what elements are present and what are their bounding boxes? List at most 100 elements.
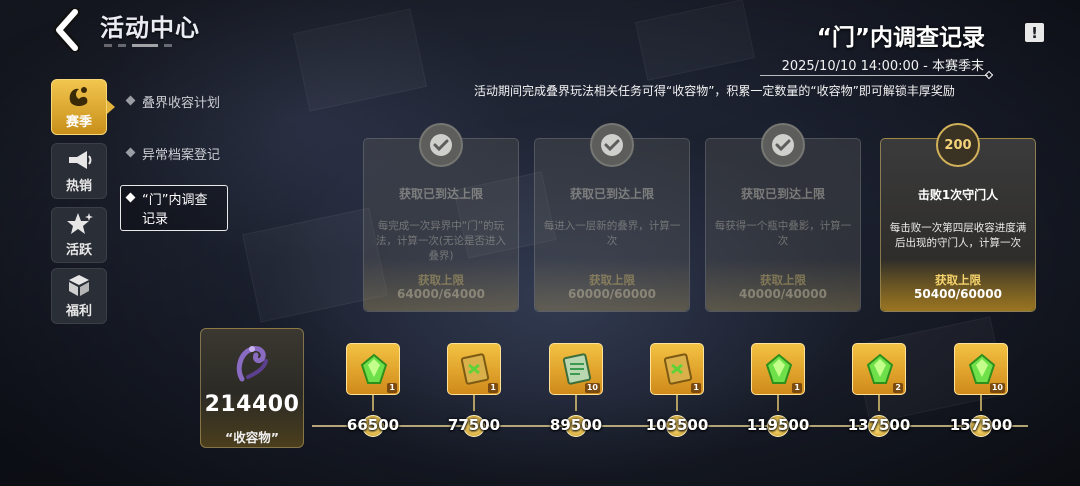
card-limit-label: 获取上限	[760, 273, 806, 287]
reward-count: 10	[989, 383, 1005, 393]
milestone-connector	[980, 395, 982, 411]
milestone-reward[interactable]: 2	[852, 343, 906, 395]
milestone-reward[interactable]: 10	[549, 343, 603, 395]
reward-count: 1	[691, 383, 701, 393]
card-limit-label: 获取上限	[418, 273, 464, 287]
card-badge	[761, 123, 805, 167]
task-card[interactable]: 获取已到达上限 每完成一次异界中“门”的玩法，计算一次(无论是否进入叠界) 获取…	[363, 123, 519, 312]
tab-label: 赛季	[65, 115, 92, 130]
milestone-connector	[878, 395, 880, 411]
card-badge-points: 200	[944, 137, 972, 153]
tab-season[interactable]: 赛季	[51, 79, 107, 135]
card-limit-value: 40000/40000	[739, 287, 827, 301]
diamond-bullet-icon	[125, 192, 136, 203]
currency-panel: 214400 “收容物”	[200, 328, 304, 448]
card-title: 获取已到达上限	[740, 187, 825, 201]
subtab-door-investigation[interactable]: “门”内调查记录	[120, 185, 228, 231]
milestone-value: 157500	[949, 416, 1013, 434]
milestone-value: 137500	[847, 416, 911, 434]
tab-welfare[interactable]: 福利	[51, 268, 107, 324]
gift-box-icon	[65, 272, 93, 298]
active-tab-pointer	[107, 100, 115, 114]
milestone-reward[interactable]: 1	[346, 343, 400, 395]
header-decoration	[104, 42, 194, 48]
card-badge: 200	[936, 123, 980, 167]
card-title: 击败1次守门人	[917, 188, 999, 202]
star-icon	[65, 211, 93, 237]
milestone-connector	[676, 395, 678, 411]
card-limit-label: 获取上限	[589, 273, 635, 287]
card-badge	[419, 123, 463, 167]
subtab-label: 异常档案登记	[142, 148, 221, 163]
tab-label: 活跃	[65, 243, 92, 258]
back-button[interactable]	[50, 8, 90, 52]
event-description: 活动期间完成叠界玩法相关任务可得“收容物”，积累一定数量的“收容物”即可解锁丰厚…	[474, 84, 955, 98]
golden-scroll-icon	[663, 353, 693, 385]
subtab-label: 叠界收容计划	[142, 96, 221, 111]
milestone-reward[interactable]: 1	[751, 343, 805, 395]
season-icon	[65, 83, 93, 109]
currency-value: 214400	[204, 392, 300, 417]
diamond-bullet-icon	[125, 95, 136, 106]
milestone-value: 89500	[549, 416, 603, 434]
card-description: 每击败一次第四层收容进度满后出现的守门人，计算一次	[889, 222, 1027, 249]
tab-active[interactable]: 活跃	[51, 207, 107, 263]
divider-diamond	[984, 70, 994, 80]
card-limit-value: 50400/60000	[914, 287, 1002, 301]
card-limit-value: 64000/64000	[397, 287, 485, 301]
reward-count: 1	[387, 383, 397, 393]
green-crystal-icon	[765, 353, 793, 384]
green-crystal-icon	[866, 353, 894, 384]
chevron-left-icon	[53, 8, 81, 52]
milestone-value: 103500	[645, 416, 709, 434]
milestone-connector	[372, 395, 374, 411]
background-stone	[292, 8, 428, 112]
checkmark-icon	[772, 134, 794, 156]
containment-item-icon	[236, 346, 268, 382]
diamond-bullet-icon	[125, 147, 136, 158]
green-crystal-icon	[360, 353, 388, 384]
card-limit-label: 获取上限	[935, 273, 981, 287]
card-description: 每进入一层新的叠界，计算一次	[543, 220, 681, 247]
milestone-reward[interactable]: 10	[954, 343, 1008, 395]
green-crystal-icon	[968, 353, 996, 384]
card-title: 获取已到达上限	[398, 187, 483, 201]
checkmark-icon	[430, 134, 452, 156]
task-card-active[interactable]: 200 击败1次守门人 每击败一次第四层收容进度满后出现的守门人，计算一次 获取…	[880, 123, 1036, 312]
tab-hot-sale[interactable]: 热销	[51, 143, 107, 199]
milestone-reward[interactable]: 1	[447, 343, 501, 395]
exclamation-icon: !	[1031, 23, 1038, 42]
subtab-label: “门”内调查记录	[142, 193, 208, 227]
reward-count: 1	[792, 383, 802, 393]
background-stone	[634, 0, 756, 81]
info-button[interactable]: !	[1025, 23, 1044, 42]
subtab-anomaly-archive[interactable]: 异常档案登记	[125, 144, 221, 163]
milestone-reward[interactable]: 1	[650, 343, 704, 395]
checkmark-icon	[601, 134, 623, 156]
milestone-value: 77500	[447, 416, 501, 434]
reward-count: 2	[893, 383, 903, 393]
header-title: 活动中心	[100, 14, 200, 42]
megaphone-icon	[65, 147, 93, 173]
milestone-value: 66500	[346, 416, 400, 434]
task-card[interactable]: 获取已到达上限 每进入一层新的叠界，计算一次 获取上限 60000/60000	[534, 123, 690, 312]
event-date-range: 2025/10/10 14:00:00 - 本赛季末	[781, 59, 984, 74]
milestone-connector	[575, 395, 577, 411]
currency-name: “收容物”	[225, 430, 279, 445]
milestone-connector	[473, 395, 475, 411]
reward-count: 10	[584, 383, 600, 393]
subtab-containment-plan[interactable]: 叠界收容计划	[125, 92, 221, 111]
green-scroll-icon	[562, 353, 592, 385]
tab-label: 福利	[65, 304, 92, 319]
card-description: 每完成一次异界中“门”的玩法，计算一次(无论是否进入叠界)	[375, 220, 507, 262]
tab-label: 热销	[65, 179, 92, 194]
milestone-value: 119500	[746, 416, 810, 434]
card-title: 获取已到达上限	[569, 187, 654, 201]
golden-scroll-icon	[460, 353, 490, 385]
card-description: 每获得一个瓶中叠影，计算一次	[714, 220, 852, 247]
milestone-connector	[777, 395, 779, 411]
card-limit-value: 60000/60000	[568, 287, 656, 301]
task-card[interactable]: 获取已到达上限 每获得一个瓶中叠影，计算一次 获取上限 40000/40000	[705, 123, 861, 312]
divider	[760, 75, 988, 76]
page-title: “门”内调查记录	[816, 25, 985, 51]
